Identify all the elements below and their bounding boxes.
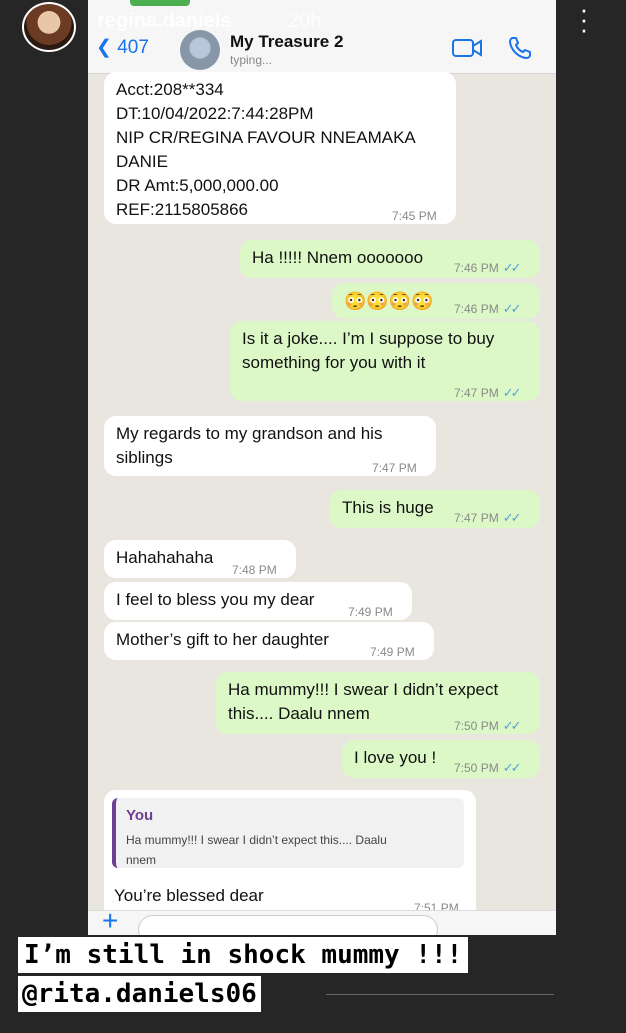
message-line: Ha mummy!!! I swear I didn’t expect <box>228 680 499 699</box>
quote-author: You <box>126 807 154 824</box>
message-meta: 7:46 PM ✓✓ <box>454 256 522 280</box>
message-line: You’re blessed dear <box>114 886 264 905</box>
message-time: 7:47 PM <box>454 386 499 400</box>
story-mention[interactable]: @rita.daniels06 <box>18 976 261 1012</box>
message-time: 7:46 PM <box>454 302 499 316</box>
message-time: 7:49 PM <box>370 645 415 659</box>
message-reply[interactable]: You Ha mummy!!! I swear I didn’t expect … <box>104 790 476 920</box>
message-line: My regards to my grandson and his <box>116 424 383 443</box>
message-outgoing[interactable]: 😳😳😳😳 7:46 PM ✓✓ <box>332 283 540 319</box>
message-meta: 7:47 PM ✓✓ <box>454 381 522 405</box>
message-incoming[interactable]: Acct:208**334 DT:10/04/2022:7:44:28PM NI… <box>104 72 456 224</box>
quote-text: Ha mummy!!! I swear I didn’t expect this… <box>126 830 454 870</box>
message-incoming[interactable]: My regards to my grandson and his siblin… <box>104 416 436 476</box>
message-meta: 7:46 PM ✓✓ <box>454 297 522 321</box>
story-caption: I’m still in shock mummy !!! <box>18 937 469 973</box>
message-incoming[interactable]: I feel to bless you my dear 7:49 PM <box>104 582 412 620</box>
message-line: NIP CR/REGINA FAVOUR NNEAMAKA <box>116 128 416 147</box>
double-check-icon: ✓✓ <box>502 718 522 733</box>
message-incoming[interactable]: Hahahahaha 7:48 PM <box>104 540 296 578</box>
double-check-icon: ✓✓ <box>502 385 522 400</box>
message-meta: 7:50 PM ✓✓ <box>454 756 522 780</box>
message-meta: 7:50 PM ✓✓ <box>454 714 522 738</box>
message-incoming[interactable]: Mother’s gift to her daughter 7:49 PM <box>104 622 434 660</box>
message-time: 7:46 PM <box>454 261 499 275</box>
message-outgoing[interactable]: Ha mummy!!! I swear I didn’t expect this… <box>216 672 540 734</box>
message-time: 7:47 PM <box>454 511 499 525</box>
message-line: Is it a joke.... I’m I suppose to buy <box>242 329 495 348</box>
message-outgoing[interactable]: Ha !!!!! Nnem ooooooo 7:46 PM ✓✓ <box>240 240 540 278</box>
caption-divider <box>326 994 554 995</box>
quote-line: Ha mummy!!! I swear I didn’t expect this… <box>126 833 387 847</box>
message-line: DR Amt:5,000,000.00 <box>116 176 279 195</box>
story-time: 20h <box>288 10 322 32</box>
message-meta: 7:47 PM ✓✓ <box>454 506 522 530</box>
quoted-message[interactable]: You Ha mummy!!! I swear I didn’t expect … <box>112 798 464 868</box>
plus-icon[interactable]: + <box>102 905 118 935</box>
message-time: 7:50 PM <box>454 719 499 733</box>
double-check-icon: ✓✓ <box>502 510 522 525</box>
message-line: DANIE <box>116 152 168 171</box>
message-time: 7:45 PM <box>392 209 437 223</box>
message-time: 7:48 PM <box>232 563 277 577</box>
message-time: 7:47 PM <box>372 461 417 475</box>
story-menu-icon[interactable]: · · · <box>574 0 594 42</box>
message-line: DT:10/04/2022:7:44:28PM <box>116 104 314 123</box>
message-time: 7:50 PM <box>454 761 499 775</box>
message-input[interactable] <box>138 915 438 935</box>
double-check-icon: ✓✓ <box>502 301 522 316</box>
message-outgoing[interactable]: I love you ! 7:50 PM ✓✓ <box>342 740 540 778</box>
message-outgoing[interactable]: This is huge 7:47 PM ✓✓ <box>330 490 540 528</box>
avatar[interactable] <box>22 2 76 52</box>
quote-line: nnem <box>126 853 157 867</box>
message-line: Acct:208**334 <box>116 80 224 99</box>
message-time: 7:49 PM <box>348 605 393 619</box>
double-check-icon: ✓✓ <box>502 260 522 275</box>
message-outgoing[interactable]: Is it a joke.... I’m I suppose to buy so… <box>230 321 540 401</box>
chat-screenshot: ❮ 407 My Treasure 2 typing... Acct:208**… <box>88 0 556 935</box>
chat-input-bar: + <box>88 905 556 935</box>
story-username[interactable]: regina.daniels <box>97 10 232 33</box>
double-check-icon: ✓✓ <box>502 760 522 775</box>
story-header: regina.daniels 20h · · · <box>0 0 626 72</box>
message-line: something for you with it <box>242 353 426 372</box>
